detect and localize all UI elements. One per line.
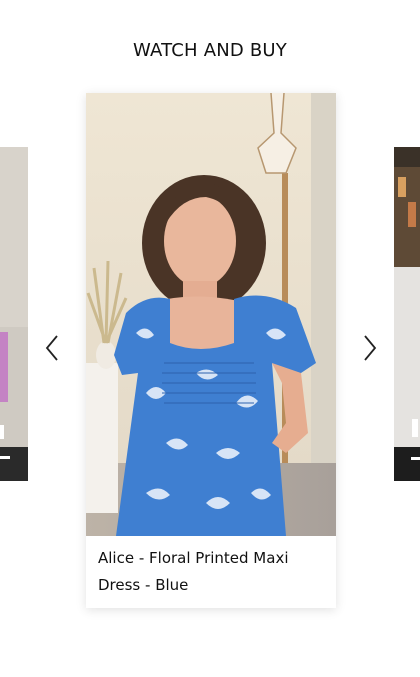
carousel-next-button[interactable] bbox=[360, 333, 380, 363]
carousel-card-previous[interactable] bbox=[0, 147, 28, 481]
chevron-right-icon bbox=[364, 335, 377, 361]
product-title[interactable]: Alice - Floral Printed Maxi Dress - Blue bbox=[98, 545, 324, 599]
video-thumbnail-image bbox=[86, 93, 336, 536]
carousel-prev-button[interactable] bbox=[42, 333, 62, 363]
chevron-left-icon bbox=[45, 335, 58, 361]
carousel-card-next[interactable] bbox=[394, 147, 420, 481]
product-video-card[interactable]: Alice - Floral Printed Maxi Dress - Blue bbox=[86, 93, 336, 608]
section-title: WATCH AND BUY bbox=[133, 40, 287, 61]
video-thumbnail bbox=[394, 147, 420, 481]
product-video[interactable] bbox=[86, 93, 336, 536]
video-thumbnail bbox=[0, 147, 28, 481]
